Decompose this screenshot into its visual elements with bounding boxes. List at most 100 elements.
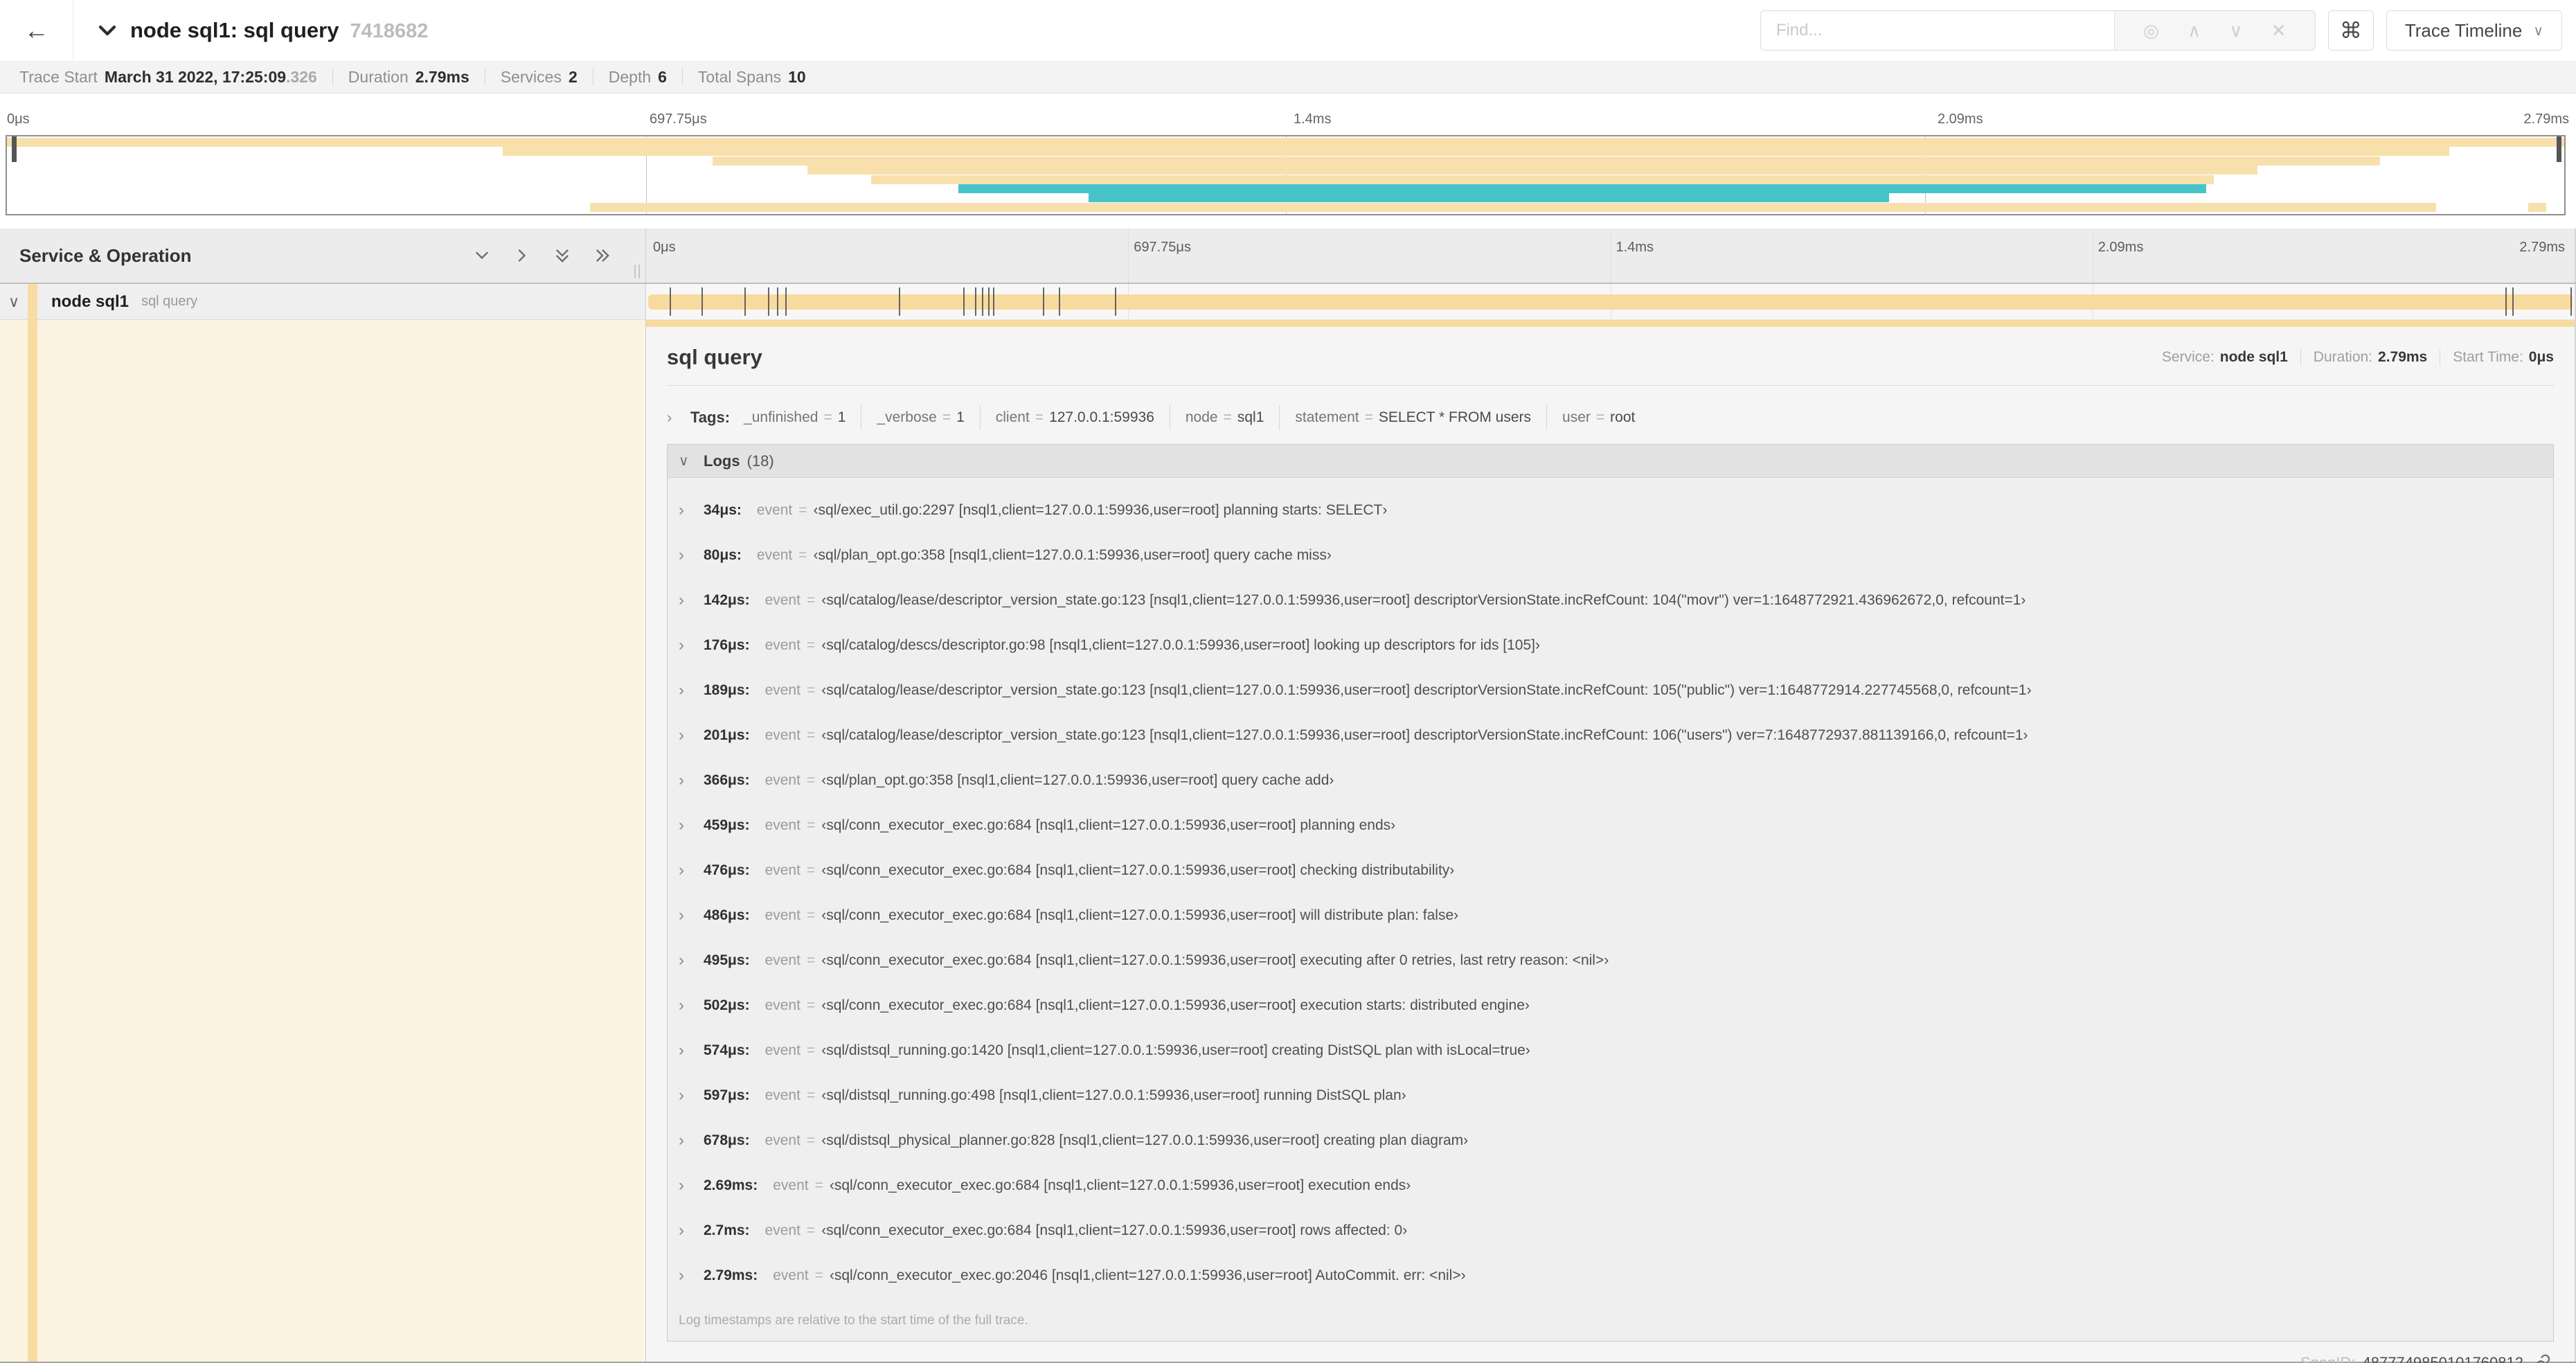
log-marker[interactable] (776, 287, 778, 316)
log-marker[interactable] (2570, 287, 2573, 316)
trace-id: 7418682 (350, 20, 429, 42)
chevron-right-icon[interactable]: › (679, 816, 704, 835)
log-field-key: event (764, 591, 800, 608)
chevron-right-icon[interactable]: › (679, 1131, 704, 1150)
next-match-icon[interactable]: ∨ (2229, 20, 2242, 42)
trace-view-selector[interactable]: Trace Timeline ∨ (2386, 10, 2562, 51)
log-marker[interactable] (2512, 287, 2514, 316)
minimap-tick-row: 0μs 697.75μs 1.4ms 2.09ms 2.79ms (0, 109, 2576, 135)
link-icon[interactable] (2533, 1354, 2551, 1363)
chevron-right-icon[interactable]: › (679, 591, 704, 610)
minimap-left-handle[interactable] (12, 136, 17, 162)
clear-search-icon[interactable]: ✕ (2271, 20, 2287, 42)
log-row[interactable]: › 2.7ms: event = ‹sql/conn_executor_exec… (668, 1208, 2553, 1253)
expand-one-icon[interactable] (512, 246, 532, 265)
tag-item[interactable]: statement = SELECT * FROM users (1280, 405, 1548, 430)
span-row-name-cell[interactable]: ∨ node sql1 sql query (0, 284, 646, 320)
minimap-span-bar (1089, 193, 1890, 203)
log-marker[interactable] (899, 287, 901, 316)
keyboard-shortcuts-button[interactable]: ⌘ (2327, 10, 2374, 51)
log-row[interactable]: › 486μs: event = ‹sql/conn_executor_exec… (668, 893, 2553, 938)
log-row[interactable]: › 678μs: event = ‹sql/distsql_physical_p… (668, 1118, 2553, 1163)
logs-header[interactable]: ∨ Logs (18) (668, 445, 2553, 478)
log-row[interactable]: › 176μs: event = ‹sql/catalog/descs/desc… (668, 623, 2553, 668)
minimap-span-bar (503, 147, 2449, 157)
span-duration-bar[interactable] (648, 294, 2573, 310)
collapse-one-icon[interactable] (472, 246, 492, 265)
log-marker[interactable] (744, 287, 746, 316)
log-row[interactable]: › 366μs: event = ‹sql/plan_opt.go:358 [n… (668, 758, 2553, 803)
expand-all-icon[interactable] (593, 246, 612, 265)
chevron-right-icon[interactable]: › (667, 409, 690, 427)
log-row[interactable]: › 574μs: event = ‹sql/distsql_running.go… (668, 1028, 2553, 1073)
log-marker[interactable] (1042, 287, 1044, 316)
operation-name: sql query (141, 294, 198, 309)
chevron-right-icon[interactable]: › (679, 996, 704, 1015)
chevron-right-icon[interactable]: › (679, 861, 704, 880)
prev-match-icon[interactable]: ∧ (2188, 20, 2201, 42)
log-timestamp: 142μs: (704, 591, 750, 608)
log-marker[interactable] (701, 287, 703, 316)
back-button[interactable]: ← (0, 0, 73, 61)
logs-count: (18) (746, 452, 774, 470)
service-color-bar (28, 284, 37, 319)
chevron-right-icon[interactable]: › (679, 636, 704, 655)
minimap-right-handle[interactable] (2557, 136, 2561, 162)
log-marker[interactable] (993, 287, 995, 316)
log-row[interactable]: › 476μs: event = ‹sql/conn_executor_exec… (668, 848, 2553, 893)
chevron-right-icon[interactable]: › (679, 951, 704, 970)
chevron-right-icon[interactable]: › (679, 546, 704, 565)
tag-item[interactable]: node = sql1 (1170, 405, 1280, 430)
log-field-key: event (764, 997, 800, 1013)
chevron-right-icon[interactable]: › (679, 1041, 704, 1060)
log-row[interactable]: › 34μs: event = ‹sql/exec_util.go:2297 [… (668, 488, 2553, 533)
log-row[interactable]: › 2.79ms: event = ‹sql/conn_executor_exe… (668, 1253, 2553, 1298)
find-input[interactable] (1760, 11, 2114, 50)
log-equals: = (806, 636, 816, 653)
tag-item[interactable]: user = root (1547, 405, 1650, 430)
log-equals: = (806, 1042, 816, 1058)
chevron-right-icon[interactable]: › (679, 1086, 704, 1105)
log-marker[interactable] (1058, 287, 1060, 316)
chevron-right-icon[interactable]: › (679, 1176, 704, 1195)
chevron-right-icon[interactable]: › (679, 1266, 704, 1285)
tag-item[interactable]: _verbose = 1 (861, 405, 981, 430)
log-marker[interactable] (982, 287, 984, 316)
log-row[interactable]: › 495μs: event = ‹sql/conn_executor_exec… (668, 938, 2553, 983)
log-row[interactable]: › 2.69ms: event = ‹sql/conn_executor_exe… (668, 1163, 2553, 1208)
log-marker[interactable] (1114, 287, 1116, 316)
log-row[interactable]: › 597μs: event = ‹sql/distsql_running.go… (668, 1073, 2553, 1118)
log-field-key: event (764, 952, 800, 968)
chevron-down-icon[interactable] (97, 20, 118, 41)
log-marker[interactable] (963, 287, 965, 316)
tag-item[interactable]: client = 127.0.0.1:59936 (981, 405, 1170, 430)
log-marker[interactable] (975, 287, 977, 316)
chevron-right-icon[interactable]: › (679, 771, 704, 790)
log-marker[interactable] (988, 287, 990, 316)
chevron-right-icon[interactable]: › (679, 1221, 704, 1240)
locate-icon[interactable]: ◎ (2143, 20, 2159, 42)
log-marker[interactable] (785, 287, 787, 316)
tag-item[interactable]: _unfinished = 1 (744, 405, 862, 430)
collapse-all-icon[interactable] (553, 246, 572, 265)
minimap-canvas[interactable] (6, 135, 2566, 215)
log-marker[interactable] (767, 287, 769, 316)
chevron-right-icon[interactable]: › (679, 681, 704, 700)
log-timestamp: 80μs: (704, 546, 742, 563)
chevron-down-icon[interactable]: ∨ (0, 293, 28, 311)
log-row[interactable]: › 80μs: event = ‹sql/plan_opt.go:358 [ns… (668, 533, 2553, 578)
chevron-right-icon[interactable]: › (679, 906, 704, 925)
log-marker[interactable] (2505, 287, 2507, 316)
column-resize-grip[interactable] (634, 265, 640, 278)
find-suffix: ◎ ∧ ∨ ✕ (2113, 11, 2315, 50)
chevron-right-icon[interactable]: › (679, 726, 704, 745)
log-row[interactable]: › 201μs: event = ‹sql/catalog/lease/desc… (668, 713, 2553, 758)
tags-row[interactable]: › Tags: _unfinished = 1 _verbose = 1 client = 12… (667, 401, 2554, 434)
log-row[interactable]: › 142μs: event = ‹sql/catalog/lease/desc… (668, 578, 2553, 623)
trace-title-wrap: node sql1: sql query 7418682 (97, 18, 428, 43)
chevron-right-icon[interactable]: › (679, 501, 704, 520)
log-marker[interactable] (669, 287, 671, 316)
log-row[interactable]: › 502μs: event = ‹sql/conn_executor_exec… (668, 983, 2553, 1028)
log-row[interactable]: › 189μs: event = ‹sql/catalog/lease/desc… (668, 668, 2553, 713)
log-row[interactable]: › 459μs: event = ‹sql/conn_executor_exec… (668, 803, 2553, 848)
